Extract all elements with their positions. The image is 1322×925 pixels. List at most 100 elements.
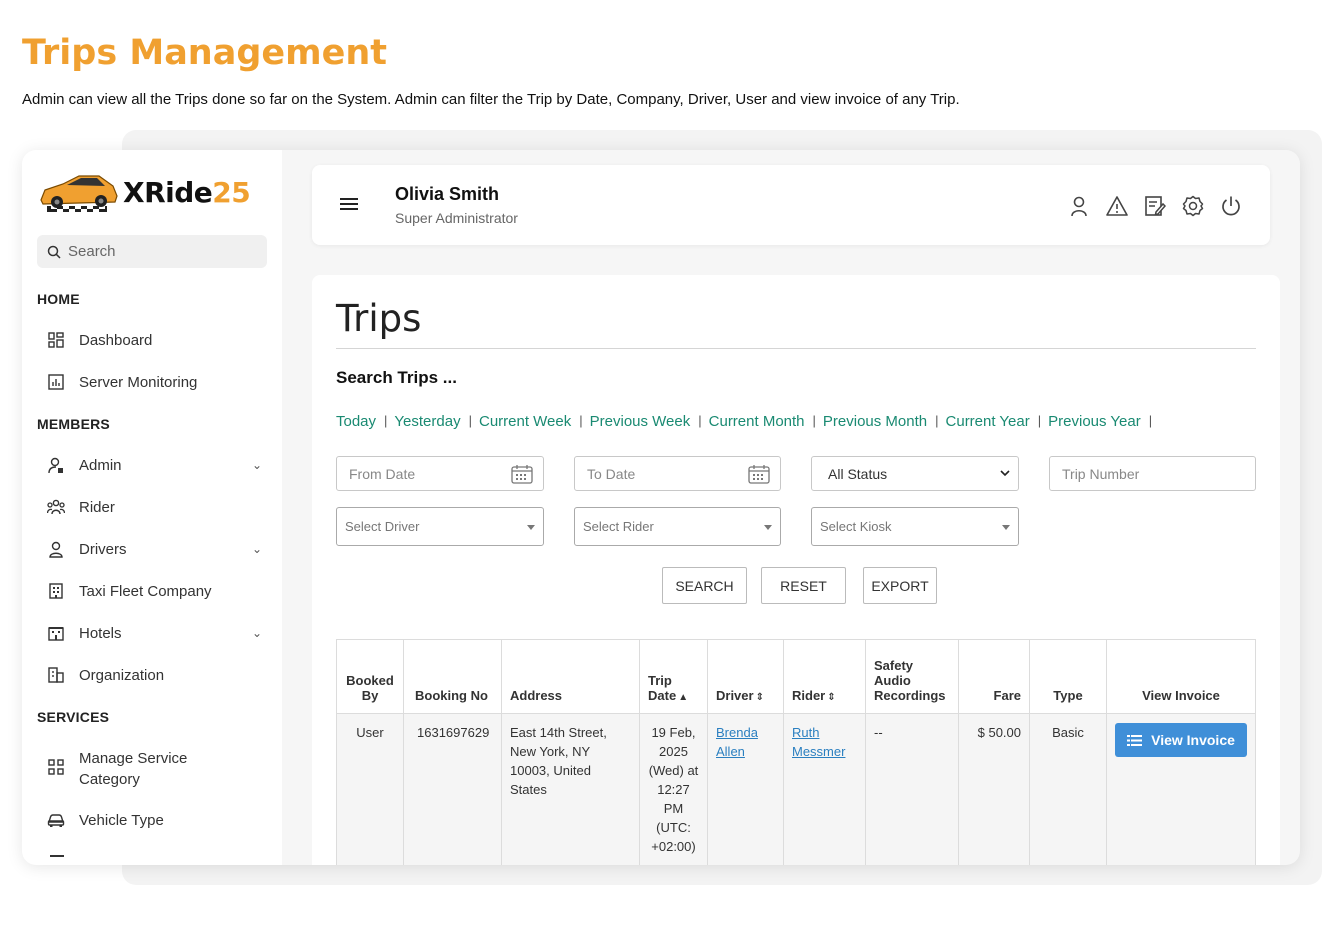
- quick-date-filters: Today | Yesterday | Current Week | Previous…: [336, 413, 1153, 430]
- sidebar-item-rider[interactable]: Rider: [47, 498, 272, 516]
- search-button[interactable]: SEARCH: [662, 567, 747, 604]
- sidebar-item-hotels[interactable]: Hotels ⌄: [47, 624, 272, 642]
- dropdown-arrow-icon: [764, 525, 772, 530]
- column-booking-no[interactable]: Booking No: [403, 639, 502, 714]
- search-placeholder: Search: [68, 243, 116, 260]
- cell-driver: Brenda Allen: [707, 713, 784, 865]
- profile-icon[interactable]: [1068, 195, 1090, 217]
- filter-link-current-week[interactable]: Current Week: [479, 413, 571, 430]
- dropdown-arrow-icon: [1002, 525, 1010, 530]
- cell-fare: $ 50.00: [958, 713, 1030, 865]
- filter-link-previous-month[interactable]: Previous Month: [823, 413, 927, 430]
- to-date-input[interactable]: To Date: [574, 456, 781, 491]
- power-icon[interactable]: [1220, 195, 1242, 217]
- sidebar-item-vehicle-type[interactable]: Vehicle Type: [47, 811, 272, 829]
- calendar-icon: [748, 465, 770, 484]
- filter-link-current-year[interactable]: Current Year: [946, 413, 1030, 430]
- sidebar-item-drivers[interactable]: Drivers ⌄: [47, 540, 272, 558]
- sort-icon[interactable]: ▲︎: [678, 692, 688, 703]
- filter-link-today[interactable]: Today: [336, 413, 376, 430]
- section-members: MEMBERS: [37, 416, 110, 432]
- users-group-icon: [47, 498, 65, 516]
- sidebar-item-taxi-fleet-company[interactable]: Taxi Fleet Company: [47, 582, 272, 600]
- cell-trip-date: 19 Feb, 2025 (Wed) at 12:27 PM (UTC: +02…: [639, 713, 708, 865]
- driver-icon: [47, 540, 65, 558]
- car-logo-icon: [40, 175, 118, 212]
- car-icon: [47, 811, 65, 829]
- cell-type: Basic: [1029, 713, 1107, 865]
- dropdown-arrow-icon: [527, 525, 535, 530]
- chevron-down-icon: ⌄: [251, 626, 262, 640]
- page-title: Trips Management: [22, 33, 387, 73]
- edit-note-icon[interactable]: [1144, 195, 1166, 217]
- search-trips-heading: Search Trips ...: [336, 368, 457, 387]
- cell-safety-audio: --: [865, 713, 959, 865]
- organization-icon: [47, 666, 65, 684]
- chevron-down-icon: ⌄: [251, 542, 262, 556]
- sidebar-item-server-monitoring[interactable]: Server Monitoring: [47, 373, 272, 391]
- column-view-invoice: View Invoice: [1106, 639, 1256, 714]
- rider-select[interactable]: Select Rider: [574, 507, 781, 546]
- sidebar-item-label: Category: [79, 771, 140, 788]
- cell-rider: Ruth Messmer: [783, 713, 866, 865]
- column-driver[interactable]: Driver ⇕: [707, 639, 784, 714]
- filter-link-current-month[interactable]: Current Month: [709, 413, 805, 430]
- cell-booking-no: 1631697629: [403, 713, 502, 865]
- filter-link-yesterday[interactable]: Yesterday: [394, 413, 460, 430]
- trips-table: Booked By Booking No Address Trip Date ▲︎ D…: [336, 639, 1256, 865]
- column-rider[interactable]: Rider ⇕: [783, 639, 866, 714]
- sidebar-item-manage-service-category[interactable]: Manage Service Category: [47, 748, 272, 790]
- settings-icon[interactable]: [1182, 195, 1204, 217]
- page-subtitle: Admin can view all the Trips done so far…: [22, 91, 960, 108]
- sidebar-item-dashboard[interactable]: Dashboard: [47, 331, 272, 349]
- section-services: SERVICES: [37, 709, 110, 725]
- calendar-icon: [511, 465, 533, 484]
- filter-link-previous-week[interactable]: Previous Week: [590, 413, 691, 430]
- column-address[interactable]: Address: [501, 639, 640, 714]
- sidebar: XRide25 Search HOME Dashboard Server Mon…: [22, 150, 282, 865]
- reset-button[interactable]: RESET: [761, 567, 846, 604]
- warning-icon[interactable]: [1106, 195, 1128, 217]
- app-window: XRide25 Search HOME Dashboard Server Mon…: [22, 150, 1300, 865]
- column-fare[interactable]: Fare: [958, 639, 1030, 714]
- column-booked-by[interactable]: Booked By: [336, 639, 404, 714]
- cell-booked-by: User: [336, 713, 404, 865]
- driver-link[interactable]: Brenda Allen: [716, 725, 758, 759]
- menu-icon[interactable]: [340, 198, 358, 210]
- export-button[interactable]: EXPORT: [863, 567, 937, 604]
- trips-card: Trips Search Trips ... Today | Yesterday |…: [312, 275, 1280, 865]
- sort-icon[interactable]: ⇕: [756, 692, 764, 703]
- column-type[interactable]: Type: [1029, 639, 1107, 714]
- main-area: Olivia Smith Super Administrator Trips S…: [312, 150, 1300, 865]
- sidebar-search-input[interactable]: Search: [37, 235, 267, 268]
- rider-link[interactable]: Ruth Messmer: [792, 725, 845, 759]
- from-date-input[interactable]: From Date: [336, 456, 544, 491]
- sidebar-more-indicator: [50, 855, 64, 857]
- chevron-down-icon: ⌄: [251, 458, 262, 472]
- trip-number-input[interactable]: Trip Number: [1049, 456, 1256, 491]
- brand-logo[interactable]: XRide25: [37, 168, 251, 218]
- view-invoice-button[interactable]: View Invoice: [1115, 723, 1247, 757]
- column-safety-audio[interactable]: Safety Audio Recordings: [865, 639, 959, 714]
- driver-select[interactable]: Select Driver: [336, 507, 544, 546]
- sidebar-item-label: Manage Service: [79, 750, 188, 767]
- status-select[interactable]: All Status: [811, 456, 1019, 491]
- user-name: Olivia Smith: [395, 184, 500, 204]
- chevron-down-icon: [1000, 470, 1010, 477]
- list-icon: [1127, 734, 1143, 746]
- cell-address: East 14th Street, New York, NY 10003, Un…: [501, 713, 640, 865]
- sort-icon[interactable]: ⇕: [827, 692, 835, 703]
- sidebar-item-admin[interactable]: Admin ⌄: [47, 456, 272, 474]
- dashboard-icon: [47, 331, 65, 349]
- building-icon: [47, 582, 65, 600]
- brand-name: XRide25: [123, 176, 251, 209]
- grid-icon: [47, 758, 65, 776]
- kiosk-select[interactable]: Select Kiosk: [811, 507, 1019, 546]
- bar-chart-icon: [47, 373, 65, 391]
- filter-link-previous-year[interactable]: Previous Year: [1048, 413, 1141, 430]
- table-header-row: Booked By Booking No Address Trip Date ▲︎ D…: [336, 639, 1256, 714]
- column-trip-date[interactable]: Trip Date ▲︎: [639, 639, 708, 714]
- section-home: HOME: [37, 291, 80, 307]
- sidebar-item-organization[interactable]: Organization: [47, 666, 272, 684]
- divider: [336, 348, 1256, 349]
